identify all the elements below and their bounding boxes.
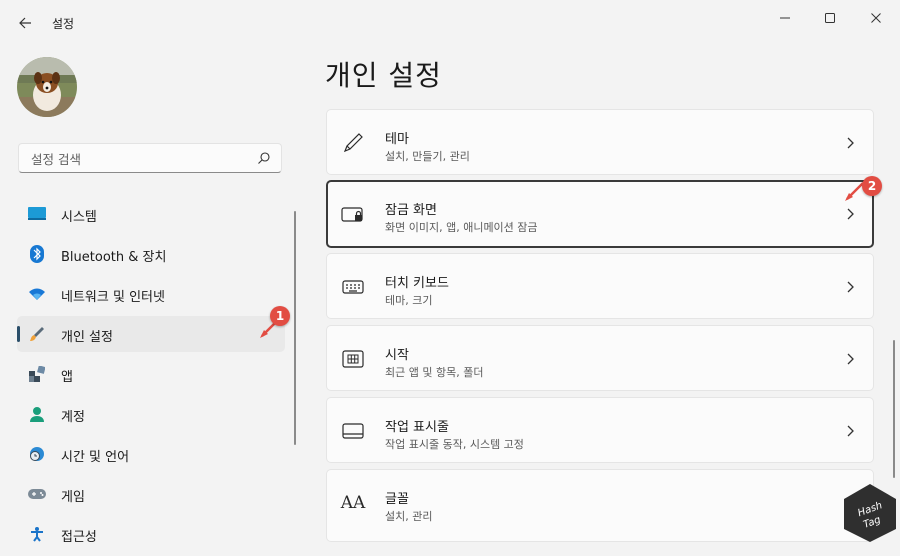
sidebar-item-label: 앱 <box>61 370 73 385</box>
pen-icon <box>341 131 365 155</box>
chevron-right-icon <box>847 281 854 293</box>
annotation-badge-1: 1 <box>270 306 290 326</box>
hashtag-watermark-logo: Hash Tag <box>840 480 900 542</box>
settings-search[interactable] <box>18 143 282 173</box>
sidebar-item-label: 접근성 <box>61 530 97 545</box>
user-photo-dog <box>17 57 77 117</box>
search-input[interactable] <box>29 148 253 170</box>
back-button[interactable] <box>14 12 36 34</box>
wifi-icon <box>28 285 46 303</box>
sidebar-scrollbar[interactable] <box>294 211 296 445</box>
sidebar-item-personalization[interactable]: 개인 설정 <box>17 316 285 352</box>
card-title: 터치 키보드 <box>385 276 449 291</box>
chevron-right-icon <box>847 353 854 365</box>
card-subtitle: 설치, 관리 <box>385 510 433 523</box>
card-subtitle: 작업 표시줄 동작, 시스템 고정 <box>385 438 524 451</box>
brush-icon <box>28 325 46 343</box>
sidebar-item-system[interactable]: 시스템 <box>17 196 285 232</box>
card-subtitle: 설치, 만들기, 관리 <box>385 150 470 163</box>
sidebar-item-accounts[interactable]: 계정 <box>17 396 285 432</box>
minimize-icon <box>780 17 790 19</box>
maximize-button[interactable] <box>815 8 845 28</box>
sidebar-item-apps[interactable]: 앱 <box>17 356 285 392</box>
card-title: 시작 <box>385 348 409 363</box>
title-bar: 설정 <box>0 0 900 40</box>
sidebar-nav: 시스템 Bluetooth & 장치 네트워크 및 인터넷 개인 설정 앱 계정 <box>17 196 285 556</box>
close-button[interactable] <box>861 8 891 28</box>
sidebar-item-network[interactable]: 네트워크 및 인터넷 <box>17 276 285 312</box>
font-icon: AA <box>340 493 366 513</box>
card-touch-keyboard[interactable]: 터치 키보드 테마, 크기 <box>326 253 874 319</box>
sidebar-item-bluetooth[interactable]: Bluetooth & 장치 <box>17 236 285 272</box>
keyboard-icon <box>341 275 365 299</box>
apps-icon <box>28 365 46 383</box>
card-start[interactable]: 시작 최근 앱 및 항목, 폴더 <box>326 325 874 391</box>
card-title: 테마 <box>385 132 409 147</box>
card-title: 잠금 화면 <box>385 203 437 218</box>
sidebar-item-label: 시간 및 언어 <box>61 450 130 465</box>
card-subtitle: 화면 이미지, 앱, 애니메이션 잠금 <box>385 221 538 234</box>
sidebar-item-label: 네트워크 및 인터넷 <box>61 290 165 305</box>
card-themes[interactable]: 테마 설치, 만들기, 관리 <box>326 109 874 175</box>
card-title: 글꼴 <box>385 492 409 507</box>
sidebar-item-label: 계정 <box>61 410 85 425</box>
card-taskbar[interactable]: 작업 표시줄 작업 표시줄 동작, 시스템 고정 <box>326 397 874 463</box>
sidebar-item-accessibility[interactable]: 접근성 <box>17 516 285 552</box>
account-icon <box>28 405 46 423</box>
close-icon <box>871 13 881 23</box>
card-subtitle: 최근 앱 및 항목, 폴더 <box>385 366 484 379</box>
search-icon[interactable] <box>257 151 271 165</box>
chevron-right-icon <box>847 137 854 149</box>
sidebar-item-gaming[interactable]: 게임 <box>17 476 285 512</box>
sidebar-item-label: 시스템 <box>61 210 97 225</box>
app-title: 설정 <box>52 17 75 31</box>
card-subtitle: 테마, 크기 <box>385 294 433 307</box>
back-arrow-icon <box>19 17 31 29</box>
main-scrollbar[interactable] <box>893 340 895 478</box>
avatar[interactable] <box>17 57 77 117</box>
taskbar-icon <box>341 419 365 443</box>
sidebar-item-label: 게임 <box>61 490 85 505</box>
minimize-button[interactable] <box>770 8 800 28</box>
lock-screen-icon <box>341 203 365 227</box>
maximize-icon <box>825 13 835 23</box>
selection-indicator <box>17 326 20 342</box>
chevron-right-icon <box>847 208 854 220</box>
annotation-badge-2: 2 <box>862 176 882 196</box>
time-language-icon <box>28 445 46 463</box>
chevron-right-icon <box>847 425 854 437</box>
bluetooth-icon <box>28 245 46 263</box>
system-icon <box>28 205 46 223</box>
gaming-icon <box>28 485 46 503</box>
card-lock-screen[interactable]: 잠금 화면 화면 이미지, 앱, 애니메이션 잠금 <box>326 180 874 248</box>
start-icon <box>341 347 365 371</box>
card-fonts[interactable]: AA 글꼴 설치, 관리 <box>326 469 874 542</box>
sidebar-item-label: 개인 설정 <box>61 330 113 345</box>
sidebar-item-time-language[interactable]: 시간 및 언어 <box>17 436 285 472</box>
page-title: 개인 설정 <box>325 59 442 92</box>
card-title: 작업 표시줄 <box>385 420 449 435</box>
sidebar-item-label: Bluetooth & 장치 <box>61 250 167 265</box>
accessibility-icon <box>28 525 46 543</box>
